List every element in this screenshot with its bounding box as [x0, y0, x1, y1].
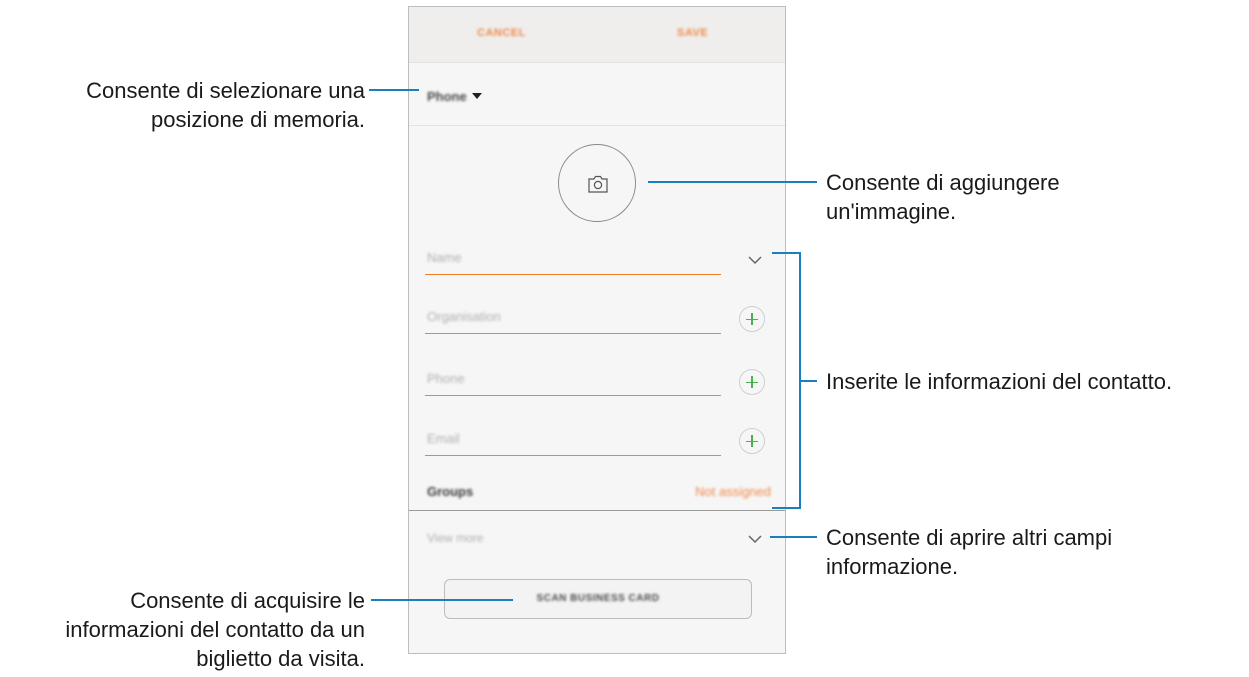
callout-scan-line2: informazioni del contatto da un — [65, 617, 365, 642]
callout-more-fields-line1: Consente di aprire altri campi — [826, 525, 1113, 550]
callout-more-fields-pointer — [770, 536, 817, 538]
callout-scan-line1: Consente di acquisire le — [130, 588, 365, 613]
name-field[interactable]: Name — [425, 244, 721, 275]
caret-down-icon — [472, 93, 482, 99]
groups-label: Groups — [427, 484, 474, 499]
callout-more-fields-line2: informazione. — [826, 554, 959, 579]
camera-icon — [588, 175, 608, 193]
storage-label: Phone — [427, 89, 467, 104]
callout-image-line1: Consente di aggiungere — [826, 170, 1060, 195]
phone-screen: CANCEL SAVE Phone Name Organisation Phon… — [408, 6, 786, 654]
callout-contact-info: Inserite le informazioni del contatto. — [826, 367, 1172, 396]
callout-scan-pointer — [371, 599, 513, 601]
callout-image-pointer — [648, 181, 817, 183]
organisation-field[interactable]: Organisation — [425, 303, 721, 334]
groups-value: Not assigned — [695, 484, 771, 499]
app-bar: CANCEL SAVE — [409, 7, 785, 63]
cancel-button[interactable]: CANCEL — [477, 27, 526, 39]
phone-field[interactable]: Phone — [425, 365, 721, 396]
callout-contact-pointer — [800, 380, 817, 382]
bracket-top — [772, 252, 800, 254]
callout-storage: Consente di selezionare una posizione di… — [86, 76, 365, 134]
chevron-down-icon[interactable] — [747, 255, 763, 265]
callout-more-fields: Consente di aprire altri campi informazi… — [826, 523, 1112, 581]
add-photo-button[interactable] — [558, 144, 636, 222]
organisation-placeholder: Organisation — [427, 309, 501, 324]
phone-placeholder: Phone — [427, 371, 465, 386]
chevron-down-icon[interactable] — [747, 534, 763, 544]
email-placeholder: Email — [427, 431, 460, 446]
callout-image-line2: un'immagine. — [826, 199, 957, 224]
add-email-button[interactable] — [739, 428, 765, 454]
name-placeholder: Name — [427, 250, 462, 265]
storage-selector[interactable]: Phone — [409, 63, 785, 126]
bracket-bottom — [772, 507, 800, 509]
save-button[interactable]: SAVE — [677, 27, 708, 39]
email-field[interactable]: Email — [425, 425, 721, 456]
callout-storage-line1: Consente di selezionare una — [86, 78, 365, 103]
callout-storage-line2: posizione di memoria. — [151, 107, 365, 132]
callout-scan-line3: biglietto da visita. — [196, 646, 365, 671]
view-more-label[interactable]: View more — [427, 531, 483, 545]
add-organisation-button[interactable] — [739, 306, 765, 332]
callout-contact-line1: Inserite le informazioni del contatto. — [826, 369, 1173, 394]
callout-image: Consente di aggiungere un'immagine. — [826, 168, 1060, 226]
callout-scan: Consente di acquisire le informazioni de… — [65, 586, 365, 673]
callout-storage-pointer — [369, 89, 419, 91]
add-phone-button[interactable] — [739, 369, 765, 395]
groups-row[interactable]: Groups Not assigned — [409, 472, 785, 511]
